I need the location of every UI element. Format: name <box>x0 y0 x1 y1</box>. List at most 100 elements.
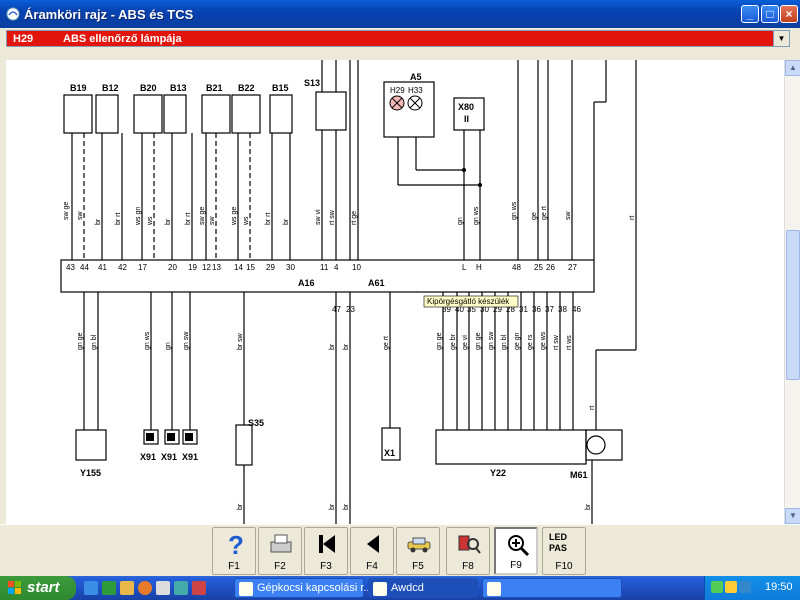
svg-text:br: br <box>343 503 350 510</box>
svg-text:15: 15 <box>246 263 255 272</box>
quicklaunch-app-icon[interactable] <box>102 581 116 595</box>
svg-text:gn ge: gn ge <box>475 332 482 350</box>
svg-text:br: br <box>585 503 592 510</box>
window-title: Áramköri rajz - ABS és TCS <box>24 7 194 22</box>
svg-text:br: br <box>329 503 336 510</box>
svg-text:29: 29 <box>266 263 275 272</box>
task-button-1[interactable]: Gépkocsi kapcsolási r... <box>234 578 373 598</box>
first-page-icon <box>319 535 335 553</box>
f10-button[interactable]: LED PAS F10 <box>542 527 586 575</box>
scroll-up-icon[interactable]: ▲ <box>785 60 800 76</box>
minimize-button[interactable]: _ <box>741 5 759 23</box>
f9-button[interactable]: F9 <box>494 527 538 575</box>
label-b22: B22 <box>238 83 255 93</box>
f3-button[interactable]: F3 <box>304 527 348 575</box>
svg-text:gn ws: gn ws <box>144 331 151 350</box>
scroll-down-icon[interactable]: ▼ <box>785 508 800 524</box>
svg-text:br: br <box>237 503 244 510</box>
circuit-selector-dropdown[interactable]: H29 ABS ellenőrző lámpája ▼ <box>6 30 790 47</box>
svg-text:17: 17 <box>138 263 147 272</box>
label-b13: B13 <box>170 83 187 93</box>
label-x91-2: X91 <box>161 452 177 462</box>
title-bar[interactable]: Áramköri rajz - ABS és TCS _ □ × <box>0 0 800 28</box>
svg-text:gn ws: gn ws <box>473 206 480 225</box>
label-s35: S35 <box>248 418 264 428</box>
svg-text:20: 20 <box>168 263 177 272</box>
help-icon: ? <box>228 530 244 558</box>
svg-text:sw ge: sw ge <box>199 207 206 225</box>
svg-text:38: 38 <box>558 305 567 314</box>
svg-text:gn bl: gn bl <box>91 334 98 350</box>
svg-text:ws gn: ws gn <box>135 207 142 226</box>
led-pas-icon: LED PAS <box>549 532 567 553</box>
svg-text:rt ws: rt ws <box>566 335 573 350</box>
f2-button[interactable]: F2 <box>258 527 302 575</box>
vertical-scrollbar[interactable]: ▲ ▼ <box>784 60 800 524</box>
svg-text:sw vi: sw vi <box>315 209 322 225</box>
svg-text:43: 43 <box>66 263 75 272</box>
system-tray: 19:50 <box>704 576 800 600</box>
tray-icon[interactable] <box>739 581 751 593</box>
selector-code: H29 <box>13 33 34 45</box>
circuit-diagram[interactable]: B19 B12 B20 B13 B21 B22 B15 S13 A5 X80 I… <box>6 60 790 524</box>
svg-text:42: 42 <box>118 263 127 272</box>
mail-icon[interactable] <box>156 581 170 595</box>
lamp-label-h33: H33 <box>408 86 423 95</box>
f4-button[interactable]: F4 <box>350 527 394 575</box>
label-a61: A61 <box>368 278 385 288</box>
svg-text:48: 48 <box>512 263 521 272</box>
task-button-2[interactable]: Awdcd <box>368 578 478 598</box>
quicklaunch-app-icon[interactable] <box>174 581 188 595</box>
svg-text:br rt: br rt <box>185 213 192 226</box>
zoom-icon <box>508 535 530 557</box>
quicklaunch-app-icon[interactable] <box>192 581 206 595</box>
tray-icon[interactable] <box>711 581 723 593</box>
svg-text:11: 11 <box>320 263 329 272</box>
security-icon[interactable] <box>725 581 737 593</box>
svg-text:rt: rt <box>629 216 636 220</box>
firefox-icon[interactable] <box>138 581 152 595</box>
svg-text:gn sw: gn sw <box>488 331 495 350</box>
svg-text:gn bl: gn bl <box>501 334 508 350</box>
svg-text:ge gn: ge gn <box>514 332 521 350</box>
car-icon <box>407 537 431 553</box>
label-a16: A16 <box>298 278 315 288</box>
component-tooltip: Kipörgésgátló készülék <box>423 295 519 308</box>
svg-text:H: H <box>476 263 482 272</box>
window-icon <box>373 582 387 596</box>
scroll-thumb[interactable] <box>786 230 800 380</box>
maximize-button[interactable]: □ <box>761 5 779 23</box>
label-x80-ii: II <box>464 114 469 124</box>
svg-text:4: 4 <box>334 263 339 272</box>
svg-text:31: 31 <box>519 305 528 314</box>
svg-text:10: 10 <box>352 263 361 272</box>
f5-button[interactable]: F5 <box>396 527 440 575</box>
svg-text:sw: sw <box>77 211 84 221</box>
svg-text:44: 44 <box>80 263 89 272</box>
chevron-down-icon[interactable]: ▼ <box>773 31 789 46</box>
close-button[interactable]: × <box>780 5 798 23</box>
f1-button[interactable]: ? F1 <box>212 527 256 575</box>
task-button-3[interactable] <box>482 578 622 598</box>
start-button[interactable]: start <box>0 576 76 600</box>
svg-text:12: 12 <box>202 263 211 272</box>
svg-text:ge rt: ge rt <box>541 206 548 220</box>
f8-button[interactable]: F8 <box>446 527 490 575</box>
label-x80: X80 <box>458 102 474 112</box>
svg-text:sw: sw <box>565 211 572 221</box>
label-b19: B19 <box>70 83 87 93</box>
function-key-toolbar: ? F1 F2 F3 F4 F5 F8 F9 LED PAS F10 <box>0 524 800 576</box>
taskbar: start Gépkocsi kapcsolási r... Awdcd 19:… <box>0 576 800 600</box>
svg-text:36: 36 <box>532 305 541 314</box>
svg-text:?: ? <box>228 530 244 558</box>
svg-text:gn ge: gn ge <box>77 332 84 350</box>
show-desktop-icon[interactable] <box>84 581 98 595</box>
svg-text:br: br <box>343 343 350 350</box>
svg-text:br: br <box>283 218 290 225</box>
svg-text:Kipörgésgátló készülék: Kipörgésgátló készülék <box>427 297 510 306</box>
svg-text:46: 46 <box>572 305 581 314</box>
quicklaunch-app-icon[interactable] <box>120 581 134 595</box>
svg-text:br: br <box>329 343 336 350</box>
label-b15: B15 <box>272 83 289 93</box>
label-x1: X1 <box>384 448 395 458</box>
